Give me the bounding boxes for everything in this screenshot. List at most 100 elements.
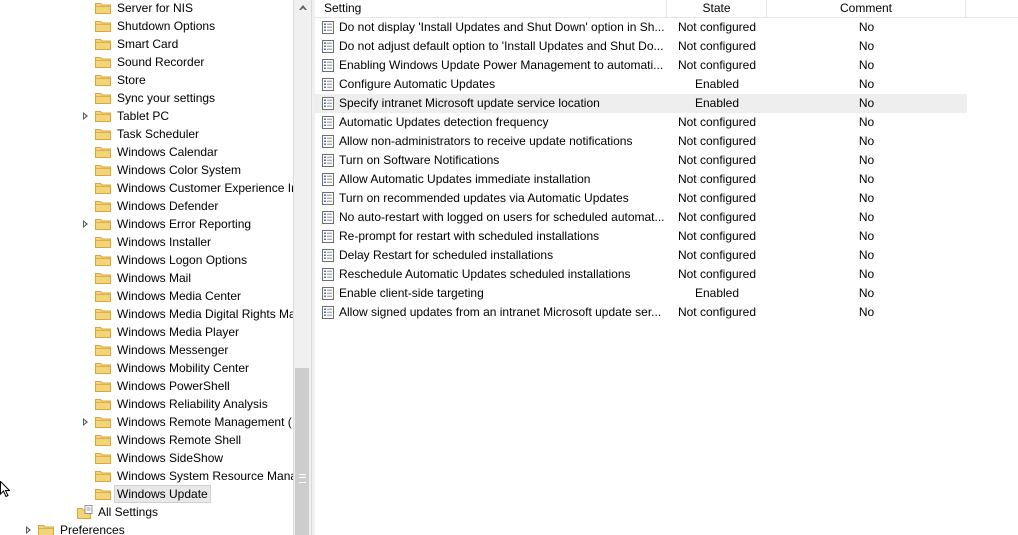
tree-item-label: Windows Calendar <box>117 145 218 159</box>
setting-row[interactable]: Do not display 'Install Updates and Shut… <box>315 18 967 37</box>
expand-arrow-icon[interactable] <box>26 526 31 534</box>
expand-arrow-icon[interactable] <box>83 112 88 120</box>
tree-item[interactable]: Tablet PC <box>0 107 293 125</box>
tree-item[interactable]: Windows Messenger <box>0 341 293 359</box>
tree-item[interactable]: Shutdown Options <box>0 17 293 35</box>
setting-row[interactable]: No auto-restart with logged on users for… <box>315 208 967 227</box>
tree-item[interactable]: Windows Reliability Analysis <box>0 395 293 413</box>
folder-icon <box>95 255 111 266</box>
folder-icon <box>95 363 111 374</box>
setting-row[interactable]: Enable client-side targeting Enabled No <box>315 284 967 303</box>
setting-row[interactable]: Turn on Software Notifications Not confi… <box>315 151 967 170</box>
tree-item[interactable]: Smart Card <box>0 35 293 53</box>
tree-item[interactable]: Windows Mail <box>0 269 293 287</box>
setting-row[interactable]: Delay Restart for scheduled installation… <box>315 246 967 265</box>
scroll-thumb[interactable] <box>295 368 309 535</box>
tree-item-preferences[interactable]: Preferences <box>0 521 293 535</box>
tree-item[interactable]: Windows System Resource Mana <box>0 467 293 485</box>
folder-icon <box>95 219 111 230</box>
setting-state: Not configured <box>677 58 757 72</box>
tree-item[interactable]: Windows Installer <box>0 233 293 251</box>
tree-scrollbar[interactable] <box>293 0 311 535</box>
tree-item-label: Windows Messenger <box>117 343 229 357</box>
tree-item[interactable]: Windows Media Digital Rights Ma <box>0 305 293 323</box>
tree-item[interactable]: Windows Defender <box>0 197 293 215</box>
policy-setting-icon <box>322 154 334 167</box>
setting-comment: No <box>858 305 875 319</box>
tree-item[interactable]: Windows Color System <box>0 161 293 179</box>
tree-item-label: Tablet PC <box>117 109 170 123</box>
tree-item[interactable]: Windows PowerShell <box>0 377 293 395</box>
tree-item[interactable]: Task Scheduler <box>0 125 293 143</box>
scroll-up-button[interactable] <box>294 0 311 17</box>
tree-item[interactable]: Sync your settings <box>0 89 293 107</box>
tree-item-all-settings[interactable]: All Settings <box>0 503 293 521</box>
tree-item[interactable]: Store <box>0 71 293 89</box>
tree-item-label: Windows Logon Options <box>117 253 248 267</box>
setting-row[interactable]: Configure Automatic Updates Enabled No <box>315 75 967 94</box>
tree-item-label: Smart Card <box>117 37 179 51</box>
setting-row[interactable]: Enabling Windows Update Power Management… <box>315 56 967 75</box>
setting-row[interactable]: Allow signed updates from an intranet Mi… <box>315 303 967 322</box>
tree-item-label: Windows Error Reporting <box>117 217 252 231</box>
setting-name: No auto-restart with logged on users for… <box>339 210 665 224</box>
column-header-setting[interactable]: Setting <box>315 0 667 17</box>
expand-arrow-icon[interactable] <box>83 220 88 228</box>
tree-item-label: Windows Remote Shell <box>117 433 242 447</box>
tree-item[interactable]: Windows Media Player <box>0 323 293 341</box>
setting-state: Not configured <box>677 134 757 148</box>
folder-icon <box>95 201 111 212</box>
policy-setting-icon <box>322 40 334 53</box>
tree-item[interactable]: Windows Remote Management ( <box>0 413 293 431</box>
column-header-comment[interactable]: Comment <box>767 0 966 17</box>
list-header: Setting State Comment <box>315 0 1018 18</box>
setting-name: Delay Restart for scheduled installation… <box>339 248 554 262</box>
setting-row[interactable]: Specify intranet Microsoft update servic… <box>315 94 967 113</box>
tree-item[interactable]: Windows Logon Options <box>0 251 293 269</box>
tree-item[interactable]: Windows SideShow <box>0 449 293 467</box>
setting-state: Not configured <box>677 305 757 319</box>
folder-icon <box>95 93 111 104</box>
setting-state: Not configured <box>677 115 757 129</box>
tree-item-label: Store <box>117 73 146 87</box>
setting-state: Not configured <box>677 191 757 205</box>
tree-item-label: Windows Mobility Center <box>117 361 250 375</box>
tree-item[interactable]: Windows Customer Experience In <box>0 179 293 197</box>
policy-setting-icon <box>322 116 334 129</box>
setting-row[interactable]: Re-prompt for restart with scheduled ins… <box>315 227 967 246</box>
folder-icon <box>95 291 111 302</box>
tree-item[interactable]: Windows Mobility Center <box>0 359 293 377</box>
folder-icon <box>95 381 111 392</box>
scroll-grip-icon <box>299 474 306 483</box>
tree-item[interactable]: Windows Calendar <box>0 143 293 161</box>
tree-item-label: Windows Media Digital Rights Ma <box>117 307 293 321</box>
setting-comment: No <box>858 248 875 262</box>
tree-item-label: Windows Color System <box>117 163 242 177</box>
tree-item[interactable]: Windows Media Center <box>0 287 293 305</box>
tree-item[interactable]: Sound Recorder <box>0 53 293 71</box>
folder-icon <box>95 57 111 68</box>
settings-list: Setting State Comment Do not display 'In… <box>315 0 1018 535</box>
tree-item-label: Windows Customer Experience In <box>117 181 293 195</box>
tree-item-label: Windows Update <box>114 485 211 503</box>
setting-name: Allow signed updates from an intranet Mi… <box>339 305 662 319</box>
setting-row[interactable]: Automatic Updates detection frequency No… <box>315 113 967 132</box>
setting-row[interactable]: Do not adjust default option to 'Install… <box>315 37 967 56</box>
tree-item[interactable]: Windows Error Reporting <box>0 215 293 233</box>
tree-item-label: Windows Media Center <box>117 289 242 303</box>
folder-icon <box>95 39 111 50</box>
folder-icon <box>95 75 111 86</box>
setting-row[interactable]: Turn on recommended updates via Automati… <box>315 189 967 208</box>
setting-row[interactable]: Reschedule Automatic Updates scheduled i… <box>315 265 967 284</box>
column-header-state[interactable]: State <box>667 0 767 17</box>
setting-comment: No <box>858 210 875 224</box>
expand-arrow-icon[interactable] <box>83 418 88 426</box>
setting-row[interactable]: Allow Automatic Updates immediate instal… <box>315 170 967 189</box>
setting-name: Enabling Windows Update Power Management… <box>339 58 664 72</box>
tree-item[interactable]: Server for NIS <box>0 0 293 17</box>
tree-item[interactable]: Windows Remote Shell <box>0 431 293 449</box>
setting-name: Configure Automatic Updates <box>339 77 496 91</box>
policy-setting-icon <box>322 230 334 243</box>
setting-row[interactable]: Allow non-administrators to receive upda… <box>315 132 967 151</box>
tree-item[interactable]: Windows Update <box>0 485 293 503</box>
